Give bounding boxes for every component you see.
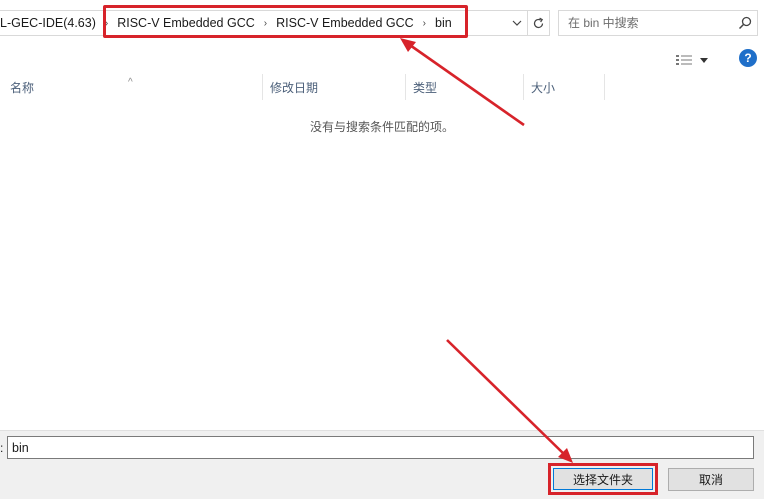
folder-name-input[interactable]	[7, 436, 754, 459]
address-dropdown-button[interactable]	[507, 11, 527, 35]
column-header-date[interactable]: 修改日期	[263, 74, 406, 100]
dialog-footer: : 选择文件夹 取消	[0, 430, 764, 499]
details-view-icon	[676, 55, 692, 65]
address-bar: L-GEC-IDE(4.63) › RISC-V Embedded GCC › …	[0, 0, 764, 46]
column-header-row: 名称 ^ 修改日期 类型 大小	[0, 74, 764, 100]
refresh-button[interactable]	[527, 11, 549, 35]
sort-ascending-icon: ^	[128, 77, 133, 88]
breadcrumb-highlight-box	[103, 5, 468, 38]
folder-field-label: :	[0, 441, 4, 455]
column-header-type[interactable]: 类型	[406, 74, 524, 100]
select-button-highlight-box: 选择文件夹	[548, 463, 658, 495]
empty-list-message: 没有与搜索条件匹配的项。	[309, 120, 454, 134]
search-box[interactable]	[558, 10, 758, 36]
select-folder-button[interactable]: 选择文件夹	[553, 468, 653, 490]
search-icon[interactable]	[738, 16, 752, 30]
caret-down-icon	[700, 57, 708, 63]
breadcrumb-item-ide[interactable]: L-GEC-IDE(4.63)	[0, 16, 96, 30]
column-header-name-label: 名称	[10, 81, 35, 95]
help-button[interactable]: ?	[739, 49, 757, 67]
search-input[interactable]	[568, 16, 733, 30]
cancel-button[interactable]: 取消	[668, 468, 754, 491]
refresh-icon	[533, 17, 544, 28]
column-header-name[interactable]: 名称 ^	[0, 74, 263, 100]
view-options-button[interactable]	[676, 50, 718, 70]
toolbar: ?	[0, 46, 764, 74]
chevron-down-icon	[512, 20, 522, 26]
column-header-size[interactable]: 大小	[524, 74, 605, 100]
